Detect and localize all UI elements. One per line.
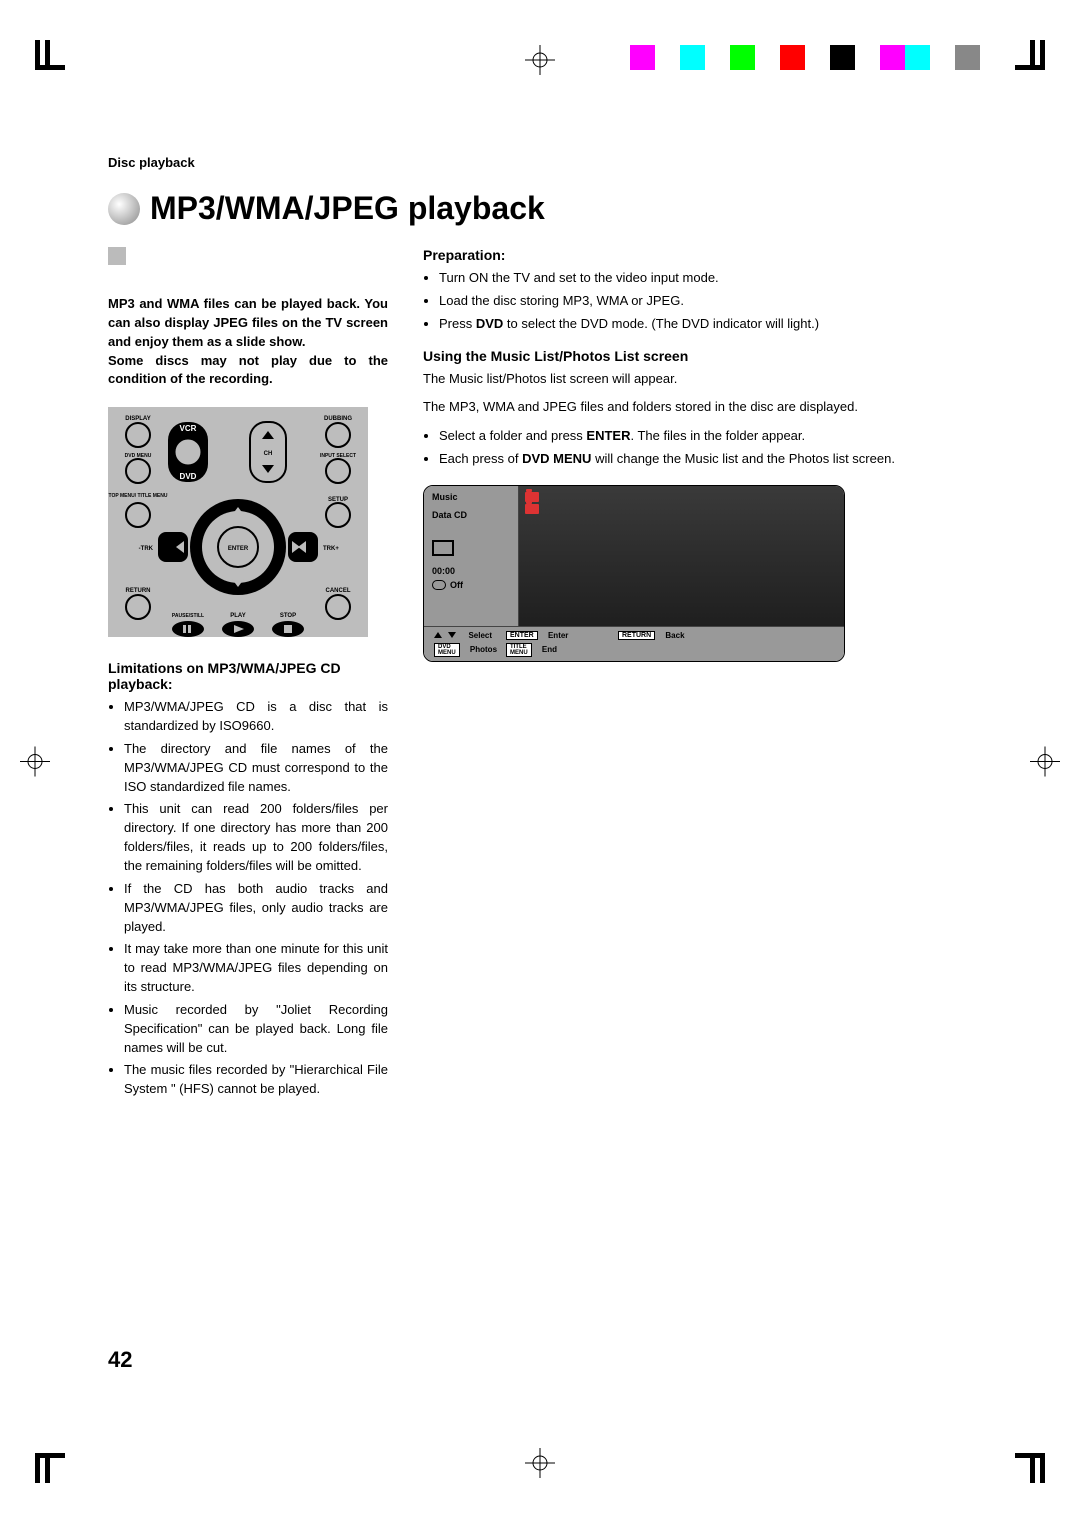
body-text: The Music list/Photos list screen will a… <box>423 370 972 389</box>
registration-mark-icon <box>525 45 555 80</box>
list-item: Select a folder and press ENTER. The fil… <box>439 427 972 446</box>
osd-folder-item <box>525 504 838 514</box>
list-item: The music files recorded by "Hierarchica… <box>124 1061 388 1099</box>
repeat-icon <box>432 580 446 590</box>
list-item: MP3/WMA/JPEG CD is a disc that is standa… <box>124 698 388 736</box>
osd-hint: ENTER Enter <box>506 631 578 640</box>
page-title: MP3/WMA/JPEG playback <box>150 190 545 227</box>
preparation-list: Turn ON the TV and set to the video inpu… <box>423 269 972 334</box>
svg-text:RETURN: RETURN <box>126 588 151 594</box>
osd-folder-item <box>525 492 838 502</box>
crop-mark <box>1005 40 1045 85</box>
using-list: Select a folder and press ENTER. The fil… <box>423 427 972 469</box>
svg-text:-TRK: -TRK <box>139 546 154 552</box>
preparation-heading: Preparation: <box>423 247 972 263</box>
breadcrumb: Disc playback <box>108 155 972 170</box>
remote-control-illustration: DISPLAY DUBBING VCR DVD CH DVD MENU INPU… <box>108 407 368 637</box>
crop-mark <box>35 40 75 85</box>
limitations-list: MP3/WMA/JPEG CD is a disc that is standa… <box>108 698 388 1099</box>
list-item: If the CD has both audio tracks and MP3/… <box>124 880 388 937</box>
svg-text:DVD: DVD <box>180 472 197 481</box>
using-heading: Using the Music List/Photos List screen <box>423 348 972 364</box>
svg-text:STOP: STOP <box>280 613 296 619</box>
list-item: Each press of DVD MENU will change the M… <box>439 450 972 469</box>
svg-text:DUBBING: DUBBING <box>324 416 352 422</box>
section-dot-icon <box>108 193 140 225</box>
page-number: 42 <box>108 1347 132 1373</box>
svg-text:TOP MENU/ TITLE MENU: TOP MENU/ TITLE MENU <box>109 493 168 499</box>
color-calibration-bar <box>580 45 980 70</box>
list-item: Music recorded by "Joliet Recording Spec… <box>124 1001 388 1058</box>
svg-text:DISPLAY: DISPLAY <box>125 416 150 422</box>
osd-title: Music <box>432 492 510 502</box>
osd-hint: TITLE MENU End <box>506 643 578 657</box>
crop-mark <box>1005 1443 1045 1488</box>
svg-text:CANCEL: CANCEL <box>326 588 351 594</box>
svg-text:CH: CH <box>264 451 273 457</box>
intro-text: MP3 and WMA files can be played back. Yo… <box>108 295 388 389</box>
svg-text:PLAY: PLAY <box>230 613 245 619</box>
svg-text:PAUSE/STILL: PAUSE/STILL <box>172 613 204 619</box>
svg-text:VCR: VCR <box>180 424 197 433</box>
osd-screenshot: Music Data CD 00:00 Off <box>423 485 972 662</box>
list-item: Turn ON the TV and set to the video inpu… <box>439 269 972 288</box>
crop-mark <box>35 1443 75 1488</box>
osd-time: 00:00 <box>432 566 510 576</box>
folder-icon <box>525 504 539 514</box>
list-item: Load the disc storing MP3, WMA or JPEG. <box>439 292 972 311</box>
list-item: The directory and file names of the MP3/… <box>124 740 388 797</box>
print-marks-bottom <box>0 1448 1080 1488</box>
osd-hint: Select <box>434 631 506 640</box>
stop-icon <box>432 540 454 556</box>
list-item: It may take more than one minute for thi… <box>124 940 388 997</box>
osd-source: Data CD <box>432 510 510 520</box>
svg-text:ENTER: ENTER <box>228 546 249 552</box>
decorative-square <box>108 247 126 265</box>
registration-mark-icon <box>20 747 50 782</box>
osd-repeat: Off <box>432 580 510 590</box>
svg-text:TRK+: TRK+ <box>323 546 339 552</box>
osd-hint: RETURN Back <box>618 631 690 640</box>
registration-mark-icon <box>1030 747 1060 782</box>
body-text: The MP3, WMA and JPEG files and folders … <box>423 398 972 417</box>
limitations-heading: Limitations on MP3/WMA/JPEG CD playback: <box>108 660 388 692</box>
list-item: Press DVD to select the DVD mode. (The D… <box>439 315 972 334</box>
list-item: This unit can read 200 folders/files per… <box>124 800 388 875</box>
osd-hint: DVD MENU Photos <box>434 643 506 657</box>
